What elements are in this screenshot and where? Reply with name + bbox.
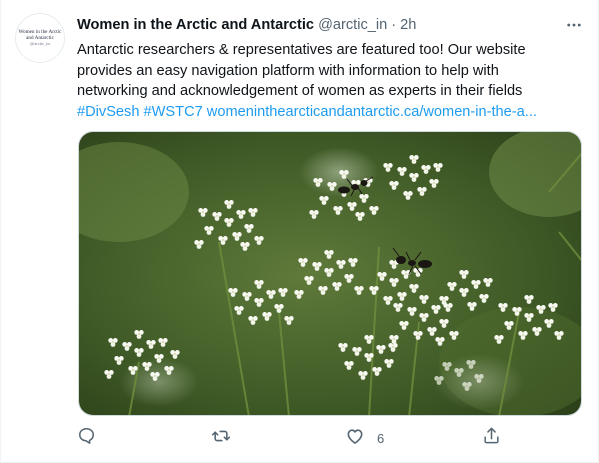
tweet-card[interactable]: Women in the Arctic and Antarctic @arcti…: [0, 0, 599, 463]
flower-photo-image: [79, 132, 581, 415]
tweet-links-line: #DivSesh #WSTC7 womeninthearcticandantar…: [77, 102, 577, 123]
tweet-photo[interactable]: [78, 131, 582, 416]
share-icon: [482, 426, 501, 450]
share-button[interactable]: [482, 426, 501, 450]
website-link[interactable]: womeninthearcticandantarctic.ca/women-in…: [207, 104, 537, 120]
like-button[interactable]: 6: [345, 426, 384, 450]
like-icon: [345, 426, 365, 451]
reply-icon: [77, 426, 96, 450]
retweet-button[interactable]: [211, 426, 231, 450]
display-name[interactable]: Women in the Arctic and Antarctic: [77, 17, 314, 33]
tweet-text-line-2: provides an easy navigation platform wit…: [77, 62, 499, 79]
user-handle[interactable]: @arctic_in: [318, 17, 387, 33]
tweet-header: Women in the Arctic and Antarctic @arcti…: [77, 15, 416, 35]
hashtag-wstc7[interactable]: #WSTC7: [144, 104, 203, 120]
like-count: 6: [377, 430, 385, 446]
reply-button[interactable]: [77, 426, 96, 450]
retweet-icon: [211, 426, 231, 451]
timestamp[interactable]: 2h: [400, 17, 416, 33]
more-options-icon[interactable]: [563, 14, 585, 36]
avatar[interactable]: Women in the Arctic and Antarctic @arcti…: [15, 13, 65, 63]
tweet-text-line-3: networking and acknowledgement of women …: [77, 83, 523, 99]
tweet-text: Antarctic researchers & representatives …: [77, 40, 577, 122]
avatar-logo-line-3: @arctic_in: [30, 41, 50, 46]
header-separator: ·: [391, 17, 397, 33]
tweet-actions: 6: [77, 426, 507, 450]
tweet-text-line-1: Antarctic researchers & representatives …: [77, 42, 526, 58]
hashtag-divsesh[interactable]: #DivSesh: [77, 104, 139, 120]
